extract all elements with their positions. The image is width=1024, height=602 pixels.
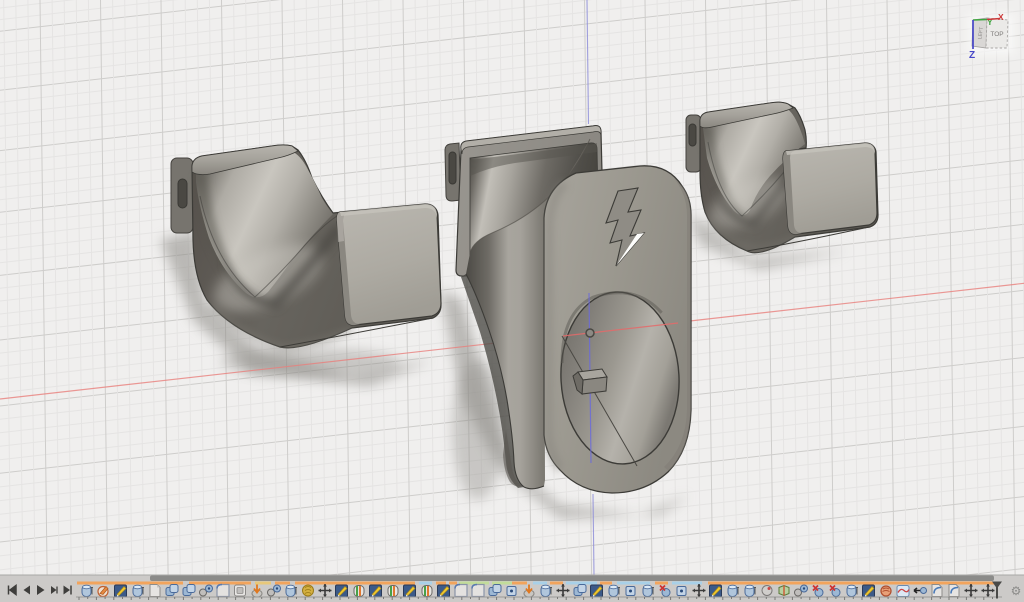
- svg-text:X: X: [998, 12, 1004, 22]
- svg-text:TOP: TOP: [990, 31, 1003, 38]
- svg-text:⚙: ⚙: [1011, 584, 1022, 598]
- svg-text:Z: Z: [969, 50, 975, 61]
